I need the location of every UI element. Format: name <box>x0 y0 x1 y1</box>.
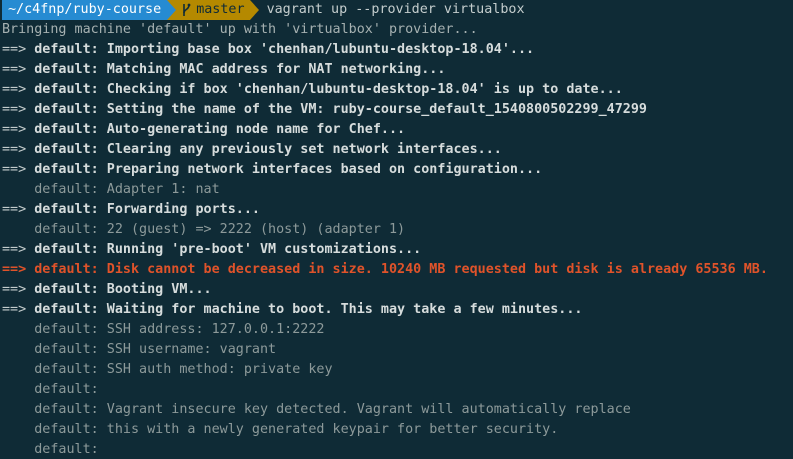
prompt-separator-icon <box>167 0 177 20</box>
output-line: default: Vagrant insecure key detected. … <box>0 400 793 420</box>
step-text: default: Setting the name of the VM: rub… <box>26 102 647 117</box>
output-line: default: Adapter 1: nat <box>0 180 793 200</box>
output-line: ==> default: Setting the name of the VM:… <box>0 100 793 120</box>
output-text: default: SSH auth method: private key <box>2 362 333 377</box>
step-marker: ==> <box>2 42 27 57</box>
output-text: default: SSH address: 127.0.0.1:2222 <box>2 322 325 337</box>
step-text: default: Checking if box 'chenhan/lubunt… <box>26 82 623 97</box>
prompt-branch: master <box>196 2 245 17</box>
output-line: Bringing machine 'default' up with 'virt… <box>0 20 793 40</box>
step-marker: ==> <box>2 302 27 317</box>
output-line: default: SSH username: vagrant <box>0 340 793 360</box>
step-text: default: Matching MAC address for NAT ne… <box>26 62 446 77</box>
error-message: default: Disk cannot be decreased in siz… <box>26 262 768 277</box>
step-text: default: Auto-generating node name for C… <box>26 122 406 137</box>
shell-prompt: ~/c4fnp/ruby-course master vagrant up --… <box>0 0 793 20</box>
output-text: default: <box>2 442 99 457</box>
prompt-path: ~/c4fnp/ruby-course <box>2 0 168 20</box>
prompt-command: vagrant up --provider virtualbox <box>266 2 525 17</box>
output-line: ==> default: Disk cannot be decreased in… <box>0 260 793 280</box>
step-marker: ==> <box>2 82 27 97</box>
output-line: ==> default: Auto-generating node name f… <box>0 120 793 140</box>
step-marker: ==> <box>2 102 27 117</box>
output-line: ==> default: Running 'pre-boot' VM custo… <box>0 240 793 260</box>
output-text: Bringing machine 'default' up with 'virt… <box>2 22 478 37</box>
step-text: default: Booting VM... <box>26 282 212 297</box>
prompt-end-separator-icon <box>249 0 259 20</box>
output-text: default: Adapter 1: nat <box>2 182 220 197</box>
step-marker: ==> <box>2 242 27 257</box>
output-line: default: SSH auth method: private key <box>0 360 793 380</box>
output-line: ==> default: Booting VM... <box>0 280 793 300</box>
step-marker: ==> <box>2 142 27 157</box>
output-text: default: <box>2 382 99 397</box>
output-line: default: SSH address: 127.0.0.1:2222 <box>0 320 793 340</box>
step-text: default: Running 'pre-boot' VM customiza… <box>26 242 422 257</box>
output-line: ==> default: Checking if box 'chenhan/lu… <box>0 80 793 100</box>
git-branch-icon <box>183 3 191 16</box>
step-marker: ==> <box>2 262 27 277</box>
terminal-window[interactable]: ~/c4fnp/ruby-course master vagrant up --… <box>0 0 793 459</box>
output-text: default: Vagrant insecure key detected. … <box>2 402 631 417</box>
output-text: default: 22 (guest) => 2222 (host) (adap… <box>2 222 406 237</box>
output-text: default: this with a newly generated key… <box>2 422 559 437</box>
terminal-output: Bringing machine 'default' up with 'virt… <box>0 20 793 459</box>
output-line: default: this with a newly generated key… <box>0 420 793 440</box>
step-marker: ==> <box>2 202 27 217</box>
step-marker: ==> <box>2 162 27 177</box>
step-text: default: Preparing network interfaces ba… <box>26 162 543 177</box>
step-marker: ==> <box>2 62 27 77</box>
step-marker: ==> <box>2 282 27 297</box>
output-line: ==> default: Importing base box 'chenhan… <box>0 40 793 60</box>
step-text: default: Forwarding ports... <box>26 202 260 217</box>
output-line: ==> default: Clearing any previously set… <box>0 140 793 160</box>
output-line: default: <box>0 440 793 459</box>
step-text: default: Importing base box 'chenhan/lub… <box>26 42 535 57</box>
prompt-branch-segment: master <box>176 0 250 20</box>
step-text: default: Waiting for machine to boot. Th… <box>26 302 583 317</box>
output-line: ==> default: Forwarding ports... <box>0 200 793 220</box>
output-line: ==> default: Matching MAC address for NA… <box>0 60 793 80</box>
step-marker: ==> <box>2 122 27 137</box>
output-line: ==> default: Preparing network interface… <box>0 160 793 180</box>
output-line: ==> default: Waiting for machine to boot… <box>0 300 793 320</box>
output-line: default: 22 (guest) => 2222 (host) (adap… <box>0 220 793 240</box>
step-text: default: Clearing any previously set net… <box>26 142 502 157</box>
output-line: default: <box>0 380 793 400</box>
output-text: default: SSH username: vagrant <box>2 342 277 357</box>
